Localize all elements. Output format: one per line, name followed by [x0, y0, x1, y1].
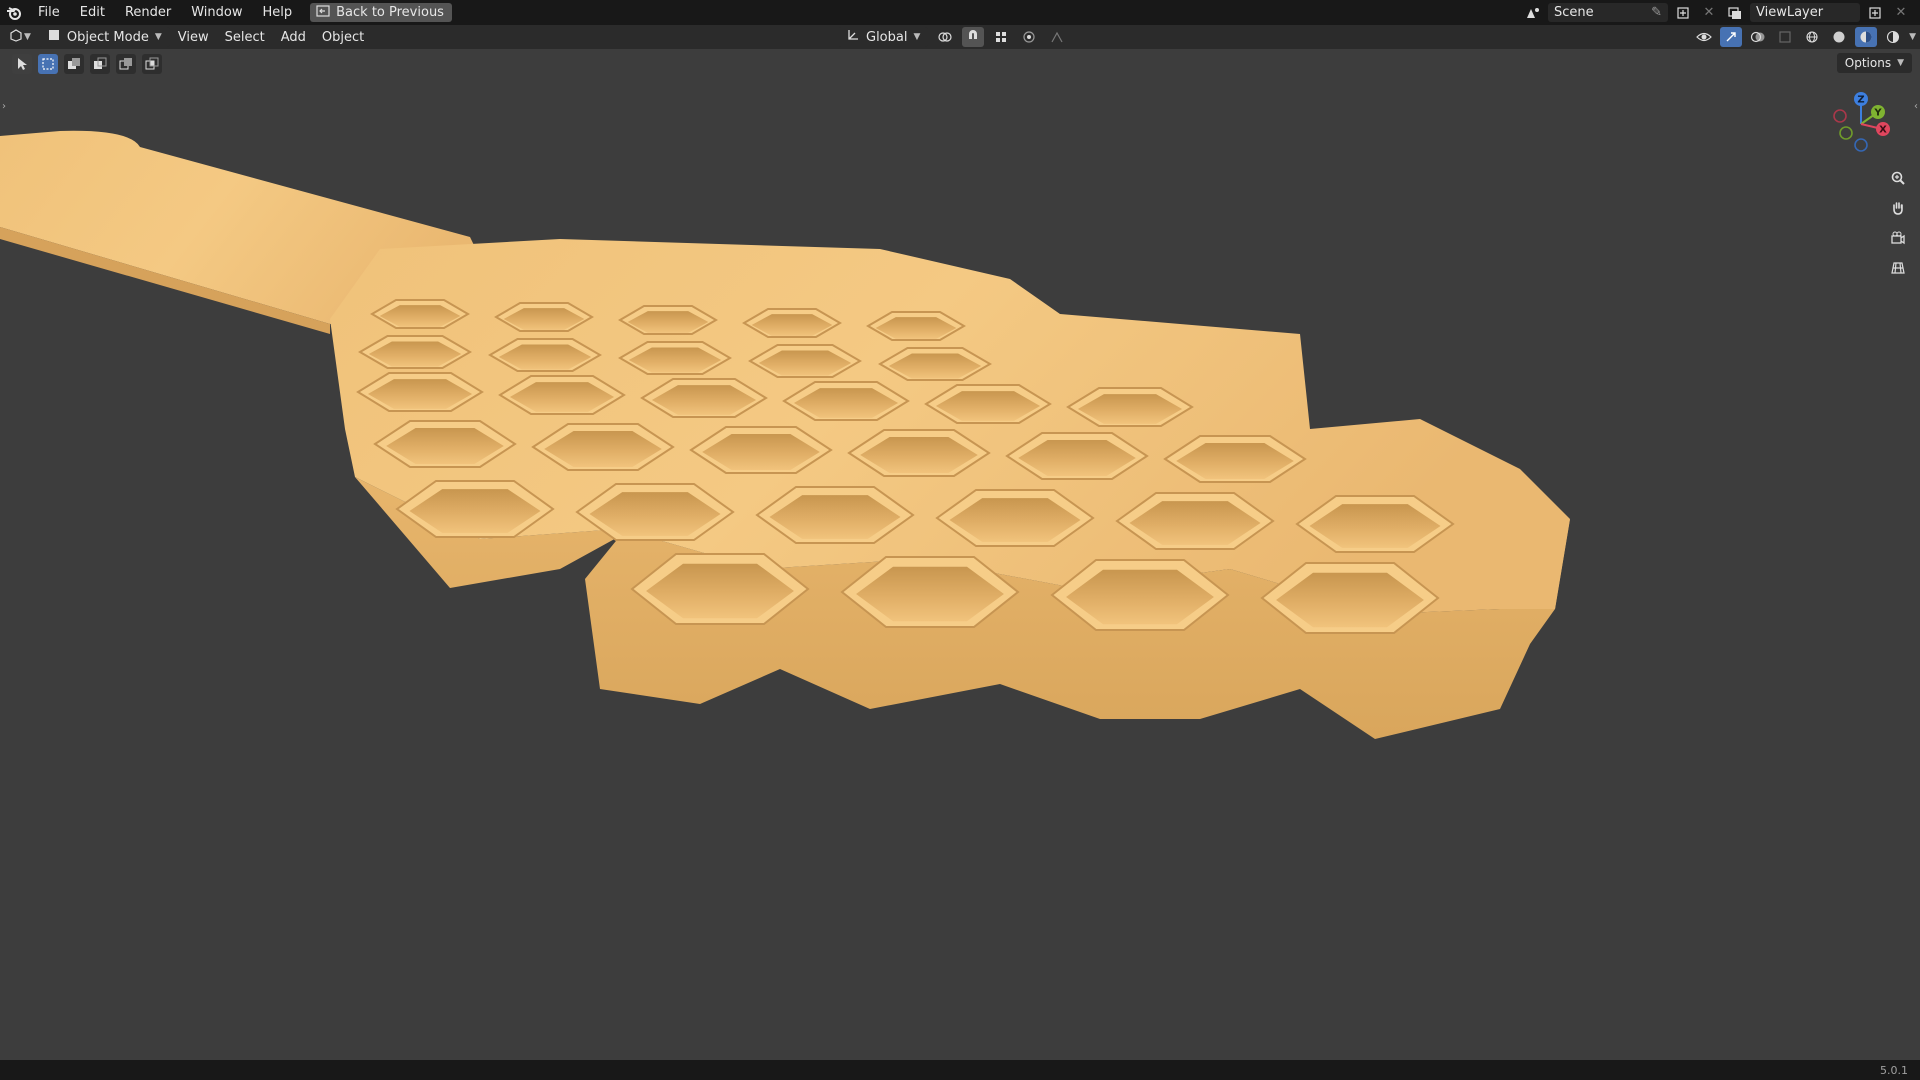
- perspective-toggle-icon[interactable]: [1886, 256, 1910, 280]
- select-tool-row: [12, 53, 162, 75]
- delete-view-layer-icon[interactable]: ✕: [1890, 3, 1912, 23]
- sidebar-expand-icon[interactable]: ‹: [1914, 101, 1918, 112]
- camera-view-icon[interactable]: [1886, 226, 1910, 250]
- scene-selector-icon[interactable]: [1522, 3, 1544, 23]
- wireframe-shading-icon[interactable]: [1801, 27, 1823, 47]
- chevron-down-icon: ▼: [913, 32, 921, 42]
- z-axis-label: Z: [1857, 95, 1864, 106]
- viewport-header: ▼ Object Mode ▼ View Select Add Object G…: [0, 25, 1920, 49]
- toolbar-expand-icon[interactable]: ›: [2, 101, 6, 112]
- navigation-gizmo[interactable]: Z Y X: [1826, 89, 1896, 159]
- transform-controls: Global ▼: [838, 25, 1068, 49]
- new-view-layer-icon[interactable]: [1864, 3, 1886, 23]
- options-label: Options: [1844, 56, 1892, 70]
- menu-select[interactable]: Select: [217, 27, 273, 47]
- solid-shading-icon[interactable]: [1828, 27, 1850, 47]
- gizmo-toggle-icon[interactable]: [1720, 27, 1743, 47]
- zoom-icon[interactable]: [1886, 166, 1910, 190]
- honeycomb-paddle-model[interactable]: [0, 49, 1920, 1060]
- options-dropdown[interactable]: Options ▼: [1836, 53, 1912, 73]
- overlays-toggle-icon[interactable]: [1747, 27, 1769, 47]
- negative-z-axis-icon[interactable]: [1854, 138, 1868, 152]
- back-icon: [316, 4, 330, 21]
- negative-x-axis-icon[interactable]: [1833, 109, 1847, 123]
- blender-logo-icon[interactable]: [0, 0, 28, 25]
- pivot-point-icon[interactable]: [934, 27, 956, 47]
- editor-type-icon: [8, 28, 24, 46]
- select-new-icon[interactable]: [38, 54, 58, 74]
- orientation-icon: [846, 28, 860, 46]
- mode-dropdown[interactable]: Object Mode ▼: [38, 27, 170, 47]
- editor-type-button[interactable]: ▼: [0, 27, 39, 47]
- rendered-shading-icon[interactable]: [1882, 27, 1904, 47]
- 3d-viewport[interactable]: › ‹ Options ▼ Z Y X: [0, 49, 1920, 1060]
- top-bar: File Edit Render Window Help Back to Pre…: [0, 0, 1920, 25]
- menu-object[interactable]: Object: [314, 27, 372, 47]
- delete-scene-icon[interactable]: ✕: [1698, 3, 1720, 23]
- status-bar: 5.0.1: [0, 1060, 1920, 1080]
- proportional-editing-icon[interactable]: [1018, 27, 1040, 47]
- snap-toggle-icon[interactable]: [962, 27, 985, 47]
- xray-toggle-icon[interactable]: [1774, 27, 1796, 47]
- transform-orientation-dropdown[interactable]: Global ▼: [838, 27, 929, 47]
- falloff-icon[interactable]: [1046, 27, 1068, 47]
- select-invert-icon[interactable]: [116, 54, 136, 74]
- version-label: 5.0.1: [1880, 1063, 1908, 1077]
- back-to-previous-label: Back to Previous: [336, 5, 444, 20]
- viewport-navigation: [1886, 166, 1910, 280]
- menu-view[interactable]: View: [170, 27, 217, 47]
- chevron-down-icon: ▼: [154, 32, 162, 42]
- visibility-icon[interactable]: [1693, 27, 1715, 47]
- mode-label: Object Mode: [66, 29, 149, 45]
- negative-y-axis-icon[interactable]: [1839, 126, 1853, 140]
- scene-name-field[interactable]: Scene ✎: [1548, 3, 1668, 22]
- scene-name: Scene: [1554, 5, 1594, 20]
- chevron-down-icon: ▼: [1897, 58, 1904, 68]
- pan-hand-icon[interactable]: [1886, 196, 1910, 220]
- select-intersect-icon[interactable]: [142, 54, 162, 74]
- select-extend-icon[interactable]: [64, 54, 84, 74]
- menu-add[interactable]: Add: [273, 27, 314, 47]
- view-layer-field[interactable]: ViewLayer: [1750, 3, 1860, 22]
- menu-window[interactable]: Window: [181, 0, 252, 25]
- pin-icon[interactable]: ✎: [1651, 5, 1662, 20]
- view-layer-selector-icon[interactable]: [1724, 3, 1746, 23]
- new-scene-icon[interactable]: [1672, 3, 1694, 23]
- viewport-display-controls: ▼: [1693, 25, 1916, 49]
- object-mode-icon: [47, 28, 61, 46]
- menu-file[interactable]: File: [28, 0, 70, 25]
- menu-edit[interactable]: Edit: [70, 0, 115, 25]
- snap-target-icon[interactable]: [990, 27, 1012, 47]
- menu-render[interactable]: Render: [115, 0, 181, 25]
- select-cursor-icon[interactable]: [12, 54, 32, 74]
- view-layer-name: ViewLayer: [1756, 5, 1824, 20]
- shading-options-chevron-icon[interactable]: ▼: [1909, 32, 1916, 42]
- material-preview-icon[interactable]: [1855, 27, 1878, 47]
- top-right-controls: Scene ✎ ✕ ViewLayer ✕: [1522, 0, 1920, 25]
- menu-help[interactable]: Help: [253, 0, 303, 25]
- chevron-down-icon: ▼: [24, 32, 31, 42]
- back-to-previous-button[interactable]: Back to Previous: [310, 3, 452, 22]
- transform-orientation-label: Global: [866, 29, 908, 45]
- x-axis-label: X: [1879, 125, 1887, 136]
- select-subtract-icon[interactable]: [90, 54, 110, 74]
- y-axis-label: Y: [1873, 108, 1882, 119]
